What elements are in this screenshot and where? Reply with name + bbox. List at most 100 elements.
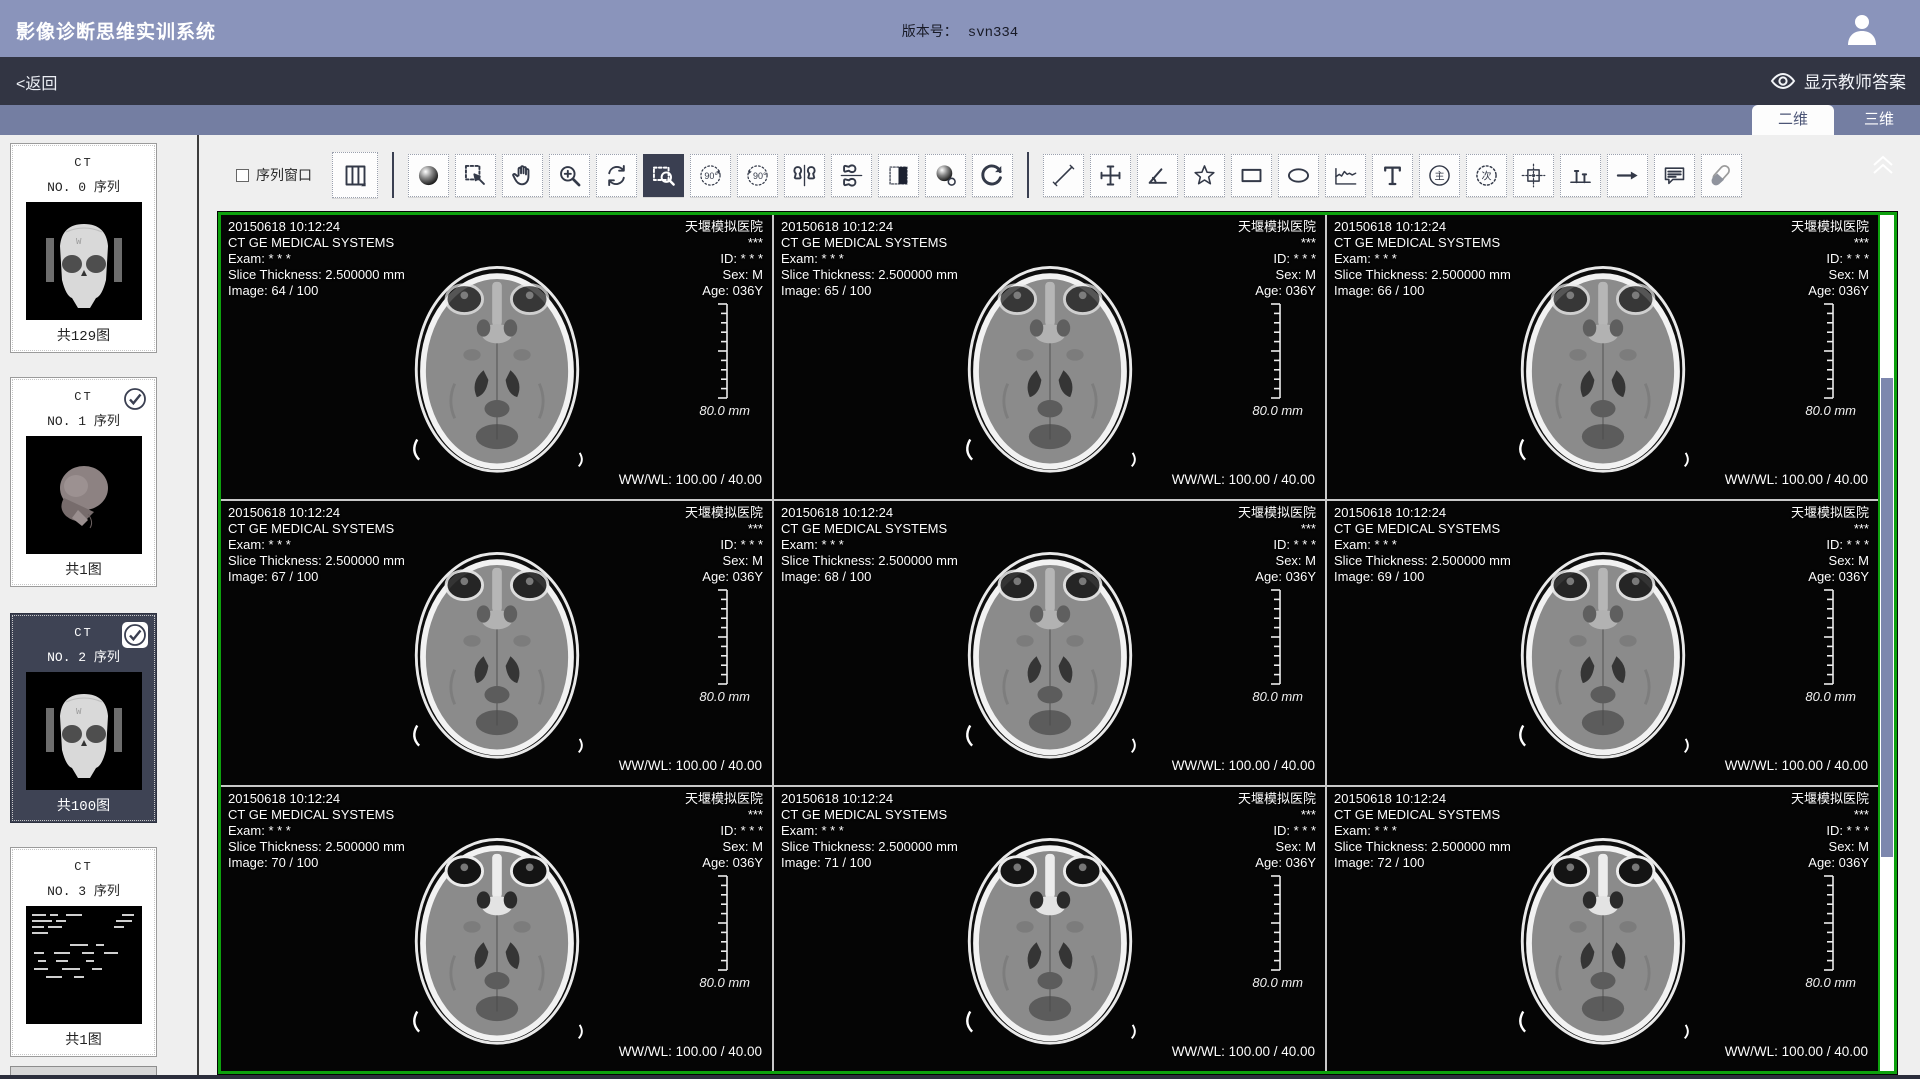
meta-datetime: 20150618 10:12:24	[781, 505, 958, 521]
window-level-ball-button[interactable]	[408, 154, 449, 197]
meta-patient-id: ID: * * *	[1791, 537, 1869, 553]
window-width-level: WW/WL: 100.00 / 40.00	[1172, 758, 1315, 773]
series-name: NO. 3 序列	[11, 880, 156, 899]
layout-grid-icon	[342, 162, 369, 189]
flip-horizontal-button[interactable]	[784, 154, 825, 197]
contrast-ball-icon	[932, 162, 959, 189]
meta-hospital: 天堰模拟医院	[685, 505, 763, 521]
series-card[interactable]: CT NO. 2 序列 W	[10, 613, 157, 823]
meta-device: CT GE MEDICAL SYSTEMS	[228, 521, 405, 537]
flip-vertical-button[interactable]	[831, 154, 872, 197]
series-window-checkbox[interactable]	[236, 169, 249, 182]
measure-line-button[interactable]	[1043, 154, 1084, 197]
primary-marker-button[interactable]: 主	[1419, 154, 1460, 197]
show-teacher-answer-button[interactable]: 显示教师答案	[1770, 68, 1906, 93]
ct-image-cell[interactable]: 20150618 10:12:24 CT GE MEDICAL SYSTEMS …	[1327, 215, 1878, 499]
bottom-strip	[0, 1075, 1920, 1079]
zoom-in-icon	[556, 162, 583, 189]
measure-cross-button[interactable]	[1090, 154, 1131, 197]
dicom-meta-left: 20150618 10:12:24 CT GE MEDICAL SYSTEMS …	[228, 219, 405, 299]
measure-rect-icon	[1238, 162, 1265, 189]
scale-label: 80.0 mm	[1805, 689, 1856, 704]
series-window-checkbox-group[interactable]: 序列窗口	[236, 165, 312, 185]
comment-button[interactable]	[1654, 154, 1695, 197]
center-marker-icon	[1520, 162, 1547, 189]
reset-button[interactable]	[972, 154, 1013, 197]
window-width-level: WW/WL: 100.00 / 40.00	[1172, 472, 1315, 487]
meta-exam: Exam: * * *	[228, 823, 405, 839]
region-zoom-icon	[650, 162, 677, 189]
meta-slice-thickness: Slice Thickness: 2.500000 mm	[1334, 267, 1511, 283]
profile-curve-button[interactable]	[1325, 154, 1366, 197]
grid: 20150618 10:12:24 CT GE MEDICAL SYSTEMS …	[221, 215, 1878, 1071]
sidebar-divider	[197, 135, 199, 1079]
tab-2d[interactable]: 二维	[1752, 105, 1834, 135]
meta-exam: Exam: * * *	[228, 251, 405, 267]
ct-image-cell[interactable]: 20150618 10:12:24 CT GE MEDICAL SYSTEMS …	[221, 215, 772, 499]
ct-image-cell[interactable]: 20150618 10:12:24 CT GE MEDICAL SYSTEMS …	[1327, 501, 1878, 785]
region-zoom-button[interactable]	[643, 154, 684, 197]
layout-grid-button[interactable]	[332, 152, 378, 198]
arrow-annotation-button[interactable]	[1607, 154, 1648, 197]
meta-patient-id: ID: * * *	[1238, 537, 1316, 553]
scrollbar-thumb[interactable]	[1881, 378, 1893, 857]
select-button[interactable]	[455, 154, 496, 197]
meta-datetime: 20150618 10:12:24	[781, 791, 958, 807]
show-teacher-answer-label: 显示教师答案	[1804, 68, 1906, 93]
ct-image-cell[interactable]: 20150618 10:12:24 CT GE MEDICAL SYSTEMS …	[774, 215, 1325, 499]
svg-text:主: 主	[1434, 170, 1444, 182]
meta-age: Age: 036Y	[1238, 283, 1316, 299]
measure-angle-button[interactable]	[1137, 154, 1178, 197]
ct-axial-slice-image	[1497, 812, 1708, 1062]
measure-star-button[interactable]	[1184, 154, 1225, 197]
rotate-left-90-button[interactable]: 90°	[690, 154, 731, 197]
invert-button[interactable]	[878, 154, 919, 197]
meta-slice-thickness: Slice Thickness: 2.500000 mm	[781, 839, 958, 855]
back-button[interactable]: <返回	[16, 70, 57, 94]
series-card[interactable]: CT NO. 0 序列 W	[10, 143, 157, 353]
center-marker-button[interactable]	[1513, 154, 1554, 197]
meta-stars: ***	[685, 521, 763, 537]
meta-device: CT GE MEDICAL SYSTEMS	[1334, 235, 1511, 251]
text-annotation-button[interactable]	[1372, 154, 1413, 197]
zoom-in-button[interactable]	[549, 154, 590, 197]
meta-hospital: 天堰模拟医院	[1238, 505, 1316, 521]
meta-image-number: Image: 66 / 100	[1334, 283, 1511, 299]
perpendicular-measure-button[interactable]	[1560, 154, 1601, 197]
rotate-cycle-button[interactable]	[596, 154, 637, 197]
ct-axial-slice-image	[391, 526, 602, 776]
contrast-ball-button[interactable]	[925, 154, 966, 197]
series-thumbnail: W	[26, 672, 142, 790]
scale-ruler	[1820, 875, 1836, 971]
secondary-marker-button[interactable]: 次	[1466, 154, 1507, 197]
ct-image-cell[interactable]: 20150618 10:12:24 CT GE MEDICAL SYSTEMS …	[774, 501, 1325, 785]
measure-rect-button[interactable]	[1231, 154, 1272, 197]
measure-ellipse-button[interactable]	[1278, 154, 1319, 197]
series-card[interactable]: CT NO. 3 序列 W	[10, 847, 157, 1057]
viewport-scrollbar[interactable]	[1878, 215, 1894, 1071]
rotate-right-90-button[interactable]: 90°	[737, 154, 778, 197]
view-tabs: 二维 三维	[0, 105, 1920, 135]
meta-sex: Sex: M	[1791, 839, 1869, 855]
nav-bar: <返回 显示教师答案	[0, 57, 1920, 105]
tab-3d[interactable]: 三维	[1838, 105, 1920, 135]
ct-image-cell[interactable]: 20150618 10:12:24 CT GE MEDICAL SYSTEMS …	[774, 787, 1325, 1071]
pan-button[interactable]	[502, 154, 543, 197]
series-card[interactable]: CT NO. 1 序列 W	[10, 377, 157, 587]
dicom-meta-right: 天堰模拟医院 *** ID: * * * Sex: M Age: 036Y	[1238, 791, 1316, 871]
ct-image-cell[interactable]: 20150618 10:12:24 CT GE MEDICAL SYSTEMS …	[221, 501, 772, 785]
ct-axial-slice-image	[1497, 240, 1708, 490]
user-avatar-icon[interactable]	[1844, 11, 1880, 47]
collapse-chevron-icon[interactable]	[1868, 152, 1898, 178]
meta-device: CT GE MEDICAL SYSTEMS	[228, 807, 405, 823]
scale-ruler	[714, 875, 730, 971]
reset-icon	[979, 162, 1006, 189]
meta-hospital: 天堰模拟医院	[1791, 791, 1869, 807]
eraser-button[interactable]	[1701, 154, 1742, 197]
ct-image-cell[interactable]: 20150618 10:12:24 CT GE MEDICAL SYSTEMS …	[221, 787, 772, 1071]
ct-image-cell[interactable]: 20150618 10:12:24 CT GE MEDICAL SYSTEMS …	[1327, 787, 1878, 1071]
dicom-meta-left: 20150618 10:12:24 CT GE MEDICAL SYSTEMS …	[228, 505, 405, 585]
dicom-meta-right: 天堰模拟医院 *** ID: * * * Sex: M Age: 036Y	[1791, 791, 1869, 871]
meta-stars: ***	[1791, 235, 1869, 251]
version-value: svn334	[968, 25, 1018, 41]
